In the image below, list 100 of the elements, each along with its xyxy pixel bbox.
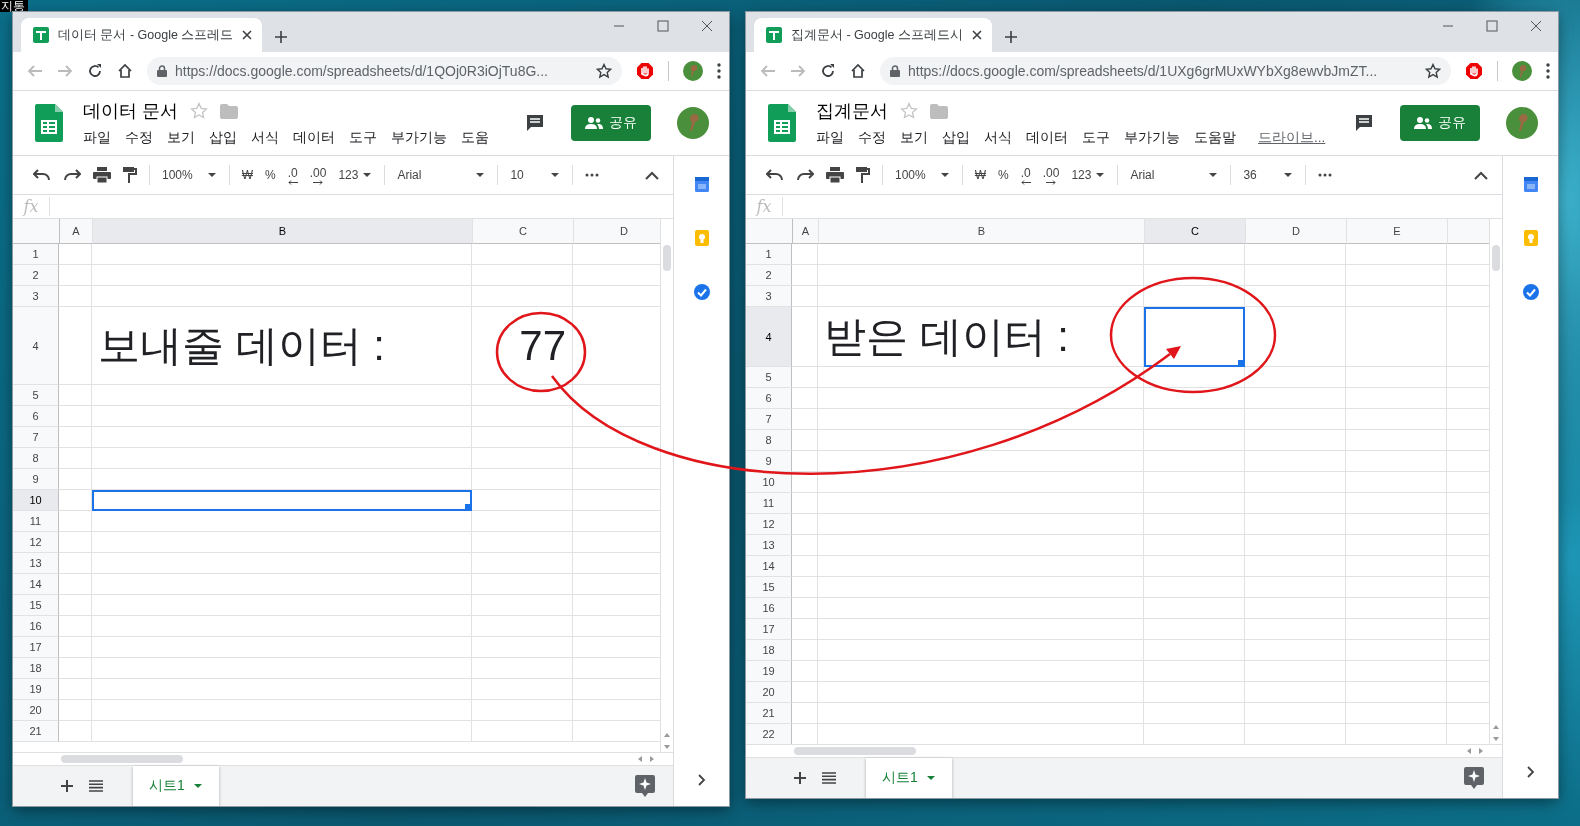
grid-cell[interactable]: [472, 658, 573, 679]
grid-cell[interactable]: [1144, 472, 1245, 493]
row-header[interactable]: 17: [13, 637, 59, 658]
grid-cell[interactable]: [92, 679, 472, 700]
grid-cell[interactable]: [792, 556, 818, 577]
grid-cell[interactable]: [59, 490, 92, 511]
grid-cell[interactable]: [472, 427, 573, 448]
grid-cell[interactable]: [59, 307, 92, 385]
forward-icon[interactable]: [57, 63, 73, 79]
menu-item[interactable]: 도움말: [1194, 129, 1236, 147]
grid-cell[interactable]: [59, 406, 92, 427]
star-icon[interactable]: [900, 102, 918, 120]
grid-cell[interactable]: [1245, 367, 1346, 388]
row-header[interactable]: 22: [746, 724, 792, 744]
add-sheet-icon[interactable]: [61, 780, 73, 792]
avatar-icon[interactable]: [683, 61, 703, 81]
row-header[interactable]: 3: [746, 286, 792, 307]
row-header[interactable]: 12: [13, 532, 59, 553]
font-dropdown[interactable]: Arial: [397, 168, 486, 182]
sheet-tab[interactable]: 시트1: [133, 766, 219, 806]
row-header[interactable]: 14: [746, 556, 792, 577]
menu-item[interactable]: 도움: [461, 129, 489, 147]
grid-cell[interactable]: [92, 511, 472, 532]
grid-cell[interactable]: [1346, 535, 1447, 556]
menu-item[interactable]: 데이터: [293, 129, 335, 147]
column-header[interactable]: E: [1347, 219, 1448, 244]
grid-cell[interactable]: [92, 448, 472, 469]
grid-cell[interactable]: [1245, 703, 1346, 724]
grid-cell[interactable]: [59, 658, 92, 679]
paint-format-icon[interactable]: [123, 167, 137, 183]
row-header[interactable]: 9: [13, 469, 59, 490]
grid-cell[interactable]: [92, 574, 472, 595]
grid-cell[interactable]: [472, 553, 573, 574]
grid-cell[interactable]: [1144, 682, 1245, 703]
grid-cell[interactable]: [792, 661, 818, 682]
grid-cell[interactable]: [792, 265, 818, 286]
home-icon[interactable]: [117, 63, 133, 79]
grid-cell[interactable]: [472, 721, 573, 742]
add-sheet-icon[interactable]: [794, 772, 806, 784]
grid-cell[interactable]: [1245, 535, 1346, 556]
font-size-dropdown[interactable]: 36: [1243, 168, 1294, 182]
number-format-dropdown[interactable]: 123: [1071, 168, 1106, 182]
grid-cell[interactable]: [1346, 409, 1447, 430]
grid-cell[interactable]: [472, 700, 573, 721]
grid-cell[interactable]: [92, 265, 472, 286]
back-icon[interactable]: [27, 63, 43, 79]
grid-cell[interactable]: [1144, 286, 1245, 307]
grid-cell[interactable]: [472, 490, 573, 511]
grid-cell[interactable]: [472, 511, 573, 532]
share-button[interactable]: 공유: [571, 105, 651, 141]
print-icon[interactable]: [826, 167, 844, 183]
grid-cell[interactable]: [1346, 472, 1447, 493]
grid-cell[interactable]: [792, 577, 818, 598]
grid-cell[interactable]: [59, 637, 92, 658]
grid-cell[interactable]: [792, 307, 818, 367]
reload-icon[interactable]: [87, 63, 103, 79]
grid-cell[interactable]: [59, 679, 92, 700]
menu-item[interactable]: 도구: [349, 129, 377, 147]
row-header[interactable]: 19: [13, 679, 59, 700]
row-header[interactable]: 3: [13, 286, 59, 307]
column-header[interactable]: B: [93, 219, 473, 244]
row-header[interactable]: 10: [13, 490, 59, 511]
menu-item[interactable]: 삽입: [209, 129, 237, 147]
grid-cell[interactable]: [1245, 472, 1346, 493]
more-icon[interactable]: [585, 173, 600, 177]
grid-cell[interactable]: [92, 637, 472, 658]
calendar-icon[interactable]: [1523, 176, 1538, 192]
grid-cell[interactable]: [472, 574, 573, 595]
grid-cell[interactable]: [792, 619, 818, 640]
column-header[interactable]: [1448, 219, 1489, 244]
grid-cell[interactable]: [1144, 556, 1245, 577]
grid-cell[interactable]: [59, 721, 92, 742]
percent-button[interactable]: %: [265, 168, 276, 182]
stop-hand-icon[interactable]: [1465, 62, 1483, 80]
bookmark-star-icon[interactable]: [596, 63, 612, 79]
grid-cell[interactable]: [1346, 451, 1447, 472]
row-header[interactable]: 7: [13, 427, 59, 448]
row-header[interactable]: 13: [13, 553, 59, 574]
decrease-decimals-button[interactable]: .0: [287, 165, 298, 185]
stop-hand-icon[interactable]: [636, 62, 654, 80]
row-header[interactable]: 14: [13, 574, 59, 595]
column-header[interactable]: C: [1145, 219, 1246, 244]
sheet-tab[interactable]: 시트1: [866, 758, 952, 798]
row-header[interactable]: 5: [13, 385, 59, 406]
selected-cell[interactable]: [1144, 307, 1245, 367]
zoom-dropdown[interactable]: 100%: [162, 168, 217, 182]
row-header[interactable]: 12: [746, 514, 792, 535]
document-title[interactable]: 집계문서: [816, 99, 888, 123]
lightbulb-icon[interactable]: [1523, 230, 1538, 246]
new-tab-icon[interactable]: [1003, 30, 1018, 44]
grid-cell[interactable]: [59, 595, 92, 616]
grid-cell[interactable]: [1245, 640, 1346, 661]
scrollbar[interactable]: [794, 747, 916, 755]
undo-icon[interactable]: [33, 169, 51, 181]
grid-cell[interactable]: [818, 619, 1144, 640]
number-format-dropdown[interactable]: 123: [338, 168, 373, 182]
row-header[interactable]: 18: [13, 658, 59, 679]
row-header[interactable]: 6: [13, 406, 59, 427]
grid-cell[interactable]: [1245, 556, 1346, 577]
grid-cell[interactable]: [818, 265, 1144, 286]
